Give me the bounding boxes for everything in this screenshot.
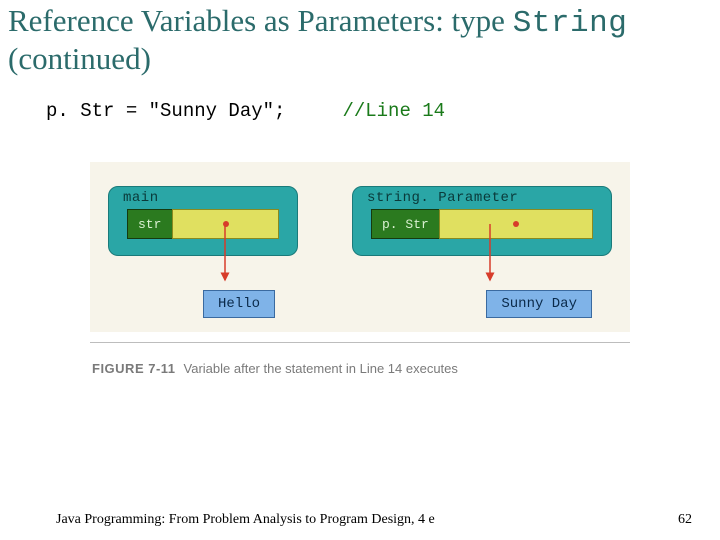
reference-dot-icon [513,221,519,227]
values-row: Hello Sunny Day [108,290,612,318]
page-number: 62 [678,512,692,528]
var-name-pstr: p. Str [371,209,439,239]
diagram-background: main str string. Parameter p. Str Hello … [90,162,630,332]
frame-string-parameter: string. Parameter p. Str [352,186,612,256]
footer-text: Java Programming: From Problem Analysis … [56,512,435,528]
code-line: p. Str = "Sunny Day"; //Line 14 [0,76,720,122]
title-text-1: Reference Variables as Parameters: type [8,3,513,38]
title-mono: String [513,6,628,41]
figure-caption-text: Variable after the statement in Line 14 … [184,361,458,376]
var-box-pstr [439,209,593,239]
var-cell-pstr: p. Str [371,209,593,239]
value-sunny: Sunny Day [486,290,592,318]
var-name-str: str [127,209,172,239]
frame-param-label: string. Parameter [367,190,518,206]
value-hello: Hello [203,290,275,318]
frames-row: main str string. Parameter p. Str [108,186,612,256]
code-comment: //Line 14 [342,100,445,122]
reference-dot-icon [223,221,229,227]
title-text-2: (continued) [8,41,151,76]
var-box-str [172,209,279,239]
frame-main: main str [108,186,298,256]
code-statement: p. Str = "Sunny Day"; [46,100,342,122]
frame-main-label: main [123,190,159,206]
slide-title: Reference Variables as Parameters: type … [0,0,720,76]
figure-panel: main str string. Parameter p. Str Hello … [90,162,630,376]
figure-number: FIGURE 7-11 [92,361,176,376]
var-cell-str: str [127,209,279,239]
slide-footer: Java Programming: From Problem Analysis … [0,512,720,528]
figure-caption: FIGURE 7-11 Variable after the statement … [90,342,630,376]
